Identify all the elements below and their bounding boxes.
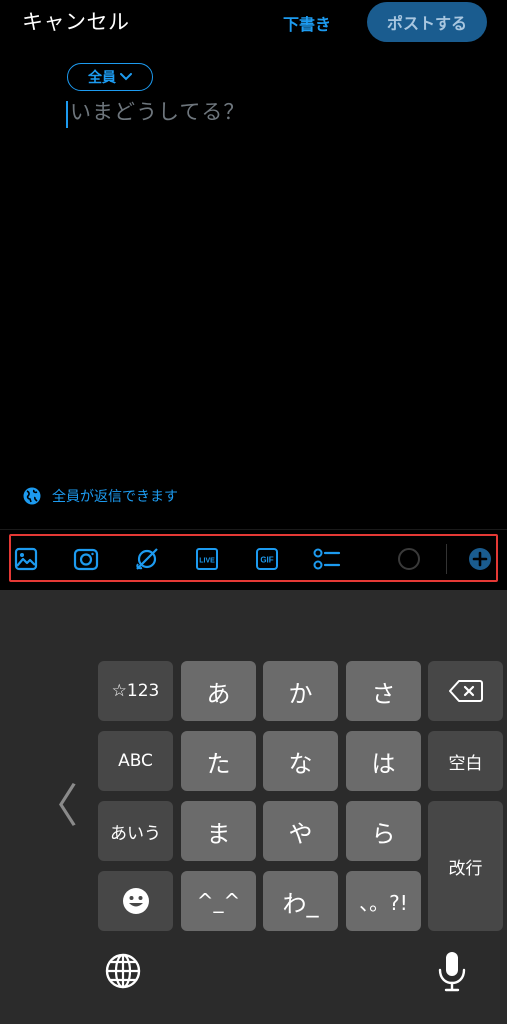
emoji-icon	[122, 888, 149, 914]
key-ta[interactable]: た	[181, 731, 256, 791]
poll-button[interactable]	[312, 542, 342, 576]
chevron-down-icon	[120, 73, 132, 81]
camera-button[interactable]	[71, 542, 101, 576]
key-space[interactable]: 空白	[428, 731, 503, 791]
reply-setting[interactable]: 全員が返信できます	[22, 486, 178, 506]
key-ya[interactable]: や	[263, 801, 338, 861]
live-icon-text: LIVE	[199, 558, 215, 565]
toolbar-divider	[446, 544, 447, 574]
spaces-button[interactable]	[132, 542, 162, 576]
key-symbols[interactable]: ☆123	[98, 661, 173, 721]
add-post-icon	[469, 548, 491, 570]
image-icon	[14, 547, 38, 571]
globe-icon	[23, 487, 41, 505]
dictation-button[interactable]	[437, 950, 467, 996]
audience-selector[interactable]: 全員	[67, 63, 153, 91]
globe-icon	[105, 953, 141, 989]
poll-icon	[313, 548, 341, 570]
audience-label: 全員	[88, 70, 116, 86]
live-button[interactable]: LIVE	[192, 542, 222, 576]
camera-icon	[73, 548, 99, 571]
key-ma[interactable]: ま	[181, 801, 256, 861]
key-na[interactable]: な	[263, 731, 338, 791]
key-ka[interactable]: か	[263, 661, 338, 721]
key-sa[interactable]: さ	[346, 661, 421, 721]
post-button-label: ポストする	[386, 14, 467, 33]
gif-icon-text: GIF	[260, 556, 273, 565]
gif-icon: GIF	[256, 548, 278, 570]
progress-ring-icon	[398, 548, 420, 570]
key-a[interactable]: あ	[181, 661, 256, 721]
reply-setting-label: 全員が返信できます	[52, 489, 178, 505]
live-icon: LIVE	[196, 548, 218, 570]
key-ra[interactable]: ら	[346, 801, 421, 861]
cancel-button[interactable]: キャンセル	[22, 6, 130, 36]
gif-button[interactable]: GIF	[252, 542, 282, 576]
microphone-icon	[438, 952, 466, 992]
key-backspace[interactable]	[428, 661, 503, 721]
drafts-button[interactable]: 下書き	[283, 11, 331, 35]
character-counter	[394, 542, 424, 576]
backspace-icon	[448, 680, 483, 702]
globe-button[interactable]	[104, 952, 142, 994]
key-return[interactable]: 改行	[428, 801, 503, 931]
key-wa[interactable]: わ_	[263, 871, 338, 931]
image-button[interactable]	[11, 542, 41, 576]
compose-input[interactable]	[70, 100, 470, 124]
key-kaomoji[interactable]: ^_^	[181, 871, 256, 931]
spaces-icon	[136, 548, 158, 570]
key-ha[interactable]: は	[346, 731, 421, 791]
key-punctuation[interactable]: 、。?!	[346, 871, 421, 931]
key-hiragana[interactable]: あいう	[98, 801, 173, 861]
keyboard-collapse-chevron[interactable]: 〈	[32, 770, 78, 836]
key-emoji[interactable]	[98, 871, 173, 931]
text-cursor	[66, 101, 68, 128]
post-button[interactable]: ポストする	[367, 2, 487, 42]
key-abc[interactable]: ABC	[98, 731, 173, 791]
add-post-button[interactable]	[465, 542, 495, 576]
